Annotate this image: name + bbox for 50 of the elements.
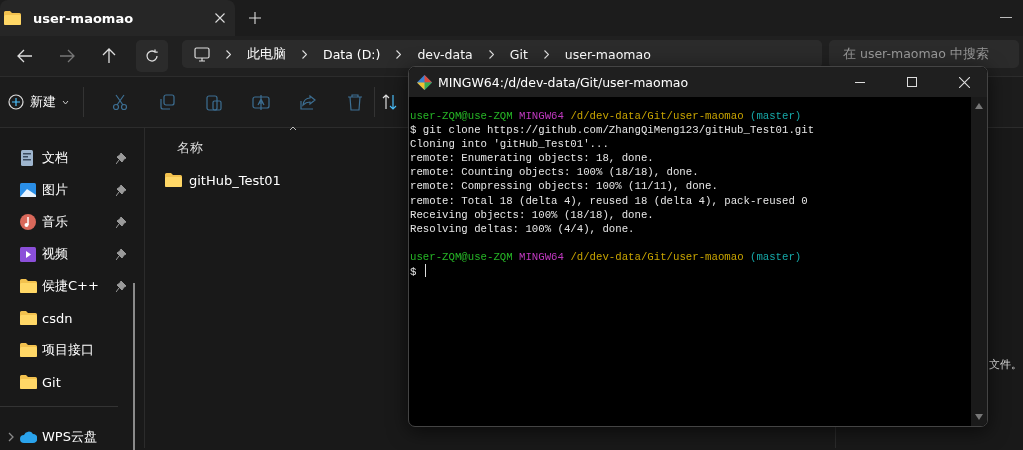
address-bar[interactable]: 此电脑 Data (D:) dev-data Git user-maomao [182, 40, 822, 68]
sidebar-item[interactable]: 文档 [0, 142, 144, 174]
breadcrumb-item[interactable]: Git [509, 46, 528, 62]
new-button[interactable]: 新建 [8, 89, 69, 115]
sidebar-label: 文档 [42, 149, 69, 167]
output-line: remote: Total 18 (delta 4), reused 18 (delta 4), pack-reused 0 [410, 194, 808, 207]
sidebar-label: csdn [42, 310, 74, 326]
breadcrumb-item[interactable]: dev-data [417, 46, 473, 62]
sidebar-item[interactable]: 音乐 [0, 206, 144, 238]
prompt-system: MINGW64 [519, 110, 564, 122]
details-text: 文件。 [989, 358, 1022, 372]
breadcrumb-item[interactable]: user-maomao [564, 46, 651, 62]
output-line: Receiving objects: 100% (18/18), done. [410, 208, 654, 221]
sidebar-item[interactable]: 侯捷C++ [0, 270, 144, 302]
prompt-branch: (master) [749, 250, 802, 263]
output-line: remote: Compressing objects: 100% (11/11), done. [410, 180, 718, 193]
output-line: Cloning into 'gitHub_Test01'... [410, 138, 609, 151]
file-name: gitHub_Test01 [189, 172, 281, 188]
column-header[interactable]: 名称 [165, 136, 209, 160]
sidebar-label: 图片 [42, 181, 69, 199]
prompt-user: user-ZQM@use-ZQM [410, 250, 513, 263]
prompt-symbol: $ [410, 124, 417, 137]
sidebar-item[interactable]: 图片 [0, 174, 144, 206]
sidebar-item[interactable]: 项目接口 [0, 334, 144, 366]
prompt-path: /d/dev-data/Git/user-maomao [570, 110, 744, 122]
sidebar-label: WPS云盘 [42, 428, 98, 446]
output-line: remote: Counting objects: 100% (18/18), done. [410, 166, 699, 179]
prompt-path: /d/dev-data/Git/user-maomao [570, 250, 744, 263]
sidebar-item[interactable]: Git [0, 366, 144, 398]
sidebar-label: 音乐 [42, 213, 69, 231]
sidebar-item[interactable]: csdn [0, 302, 144, 334]
prompt-user: user-ZQM@use-ZQM [410, 110, 513, 122]
prompt-system: MINGW64 [519, 250, 564, 263]
sidebar-item[interactable]: WPS云盘 [0, 421, 144, 450]
sidebar-label: Git [42, 374, 62, 390]
breadcrumb-item[interactable]: 此电脑 [247, 45, 286, 63]
sidebar-label: 视频 [42, 245, 69, 263]
prompt-branch: (master) [749, 110, 802, 122]
output-line: remote: Enumerating objects: 18, done. [410, 152, 654, 165]
command-text: git clone https://github.com/ZhangQiMeng123/gitHub_Test01.git [422, 124, 815, 137]
prompt-symbol: $ [410, 266, 417, 279]
file-row[interactable]: gitHub_Test01 [165, 169, 287, 191]
sidebar-item[interactable]: 视频 [0, 238, 144, 270]
sidebar-label: 项目接口 [42, 341, 95, 359]
sidebar-label: 侯捷C++ [42, 277, 100, 295]
breadcrumb-item[interactable]: Data (D:) [323, 46, 381, 62]
window-title: MINGW64:/d/dev-data/Git/user-maomao [438, 74, 690, 90]
window-tab[interactable]: user-maomao [0, 0, 235, 36]
output-line: Resolving deltas: 100% (4/4), done. [410, 222, 635, 235]
search-field[interactable]: 在 user-maomao 中搜索 [829, 40, 1019, 68]
